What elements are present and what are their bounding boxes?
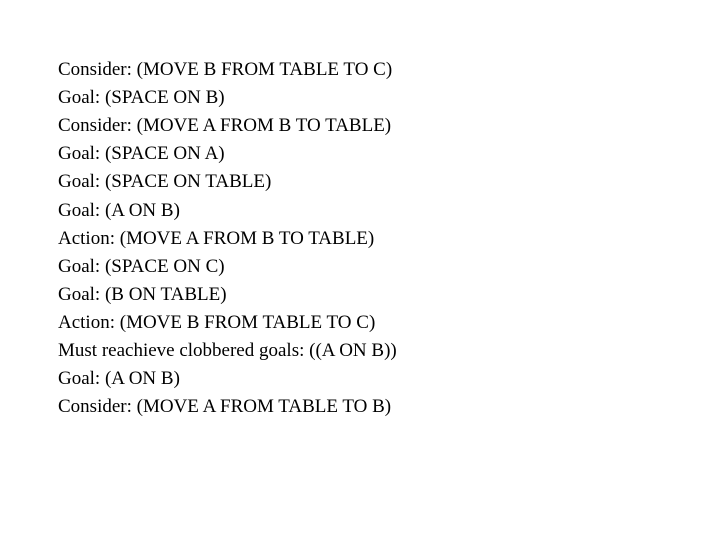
trace-line: Consider: (MOVE B FROM TABLE TO C) — [58, 56, 720, 84]
trace-line: Goal: (SPACE ON B) — [58, 84, 720, 112]
trace-line: Goal: (B ON TABLE) — [58, 281, 720, 309]
trace-line: Action: (MOVE B FROM TABLE TO C) — [58, 309, 720, 337]
trace-line: Must reachieve clobbered goals: ((A ON B… — [58, 337, 720, 365]
trace-line: Goal: (SPACE ON TABLE) — [58, 168, 720, 196]
trace-line: Action: (MOVE A FROM B TO TABLE) — [58, 225, 720, 253]
trace-line: Consider: (MOVE A FROM TABLE TO B) — [58, 393, 720, 421]
planner-trace-block: Consider: (MOVE B FROM TABLE TO C) Goal:… — [58, 56, 720, 421]
trace-line: Goal: (SPACE ON A) — [58, 140, 720, 168]
trace-line: Goal: (A ON B) — [58, 365, 720, 393]
trace-line: Goal: (A ON B) — [58, 197, 720, 225]
trace-line: Goal: (SPACE ON C) — [58, 253, 720, 281]
trace-line: Consider: (MOVE A FROM B TO TABLE) — [58, 112, 720, 140]
